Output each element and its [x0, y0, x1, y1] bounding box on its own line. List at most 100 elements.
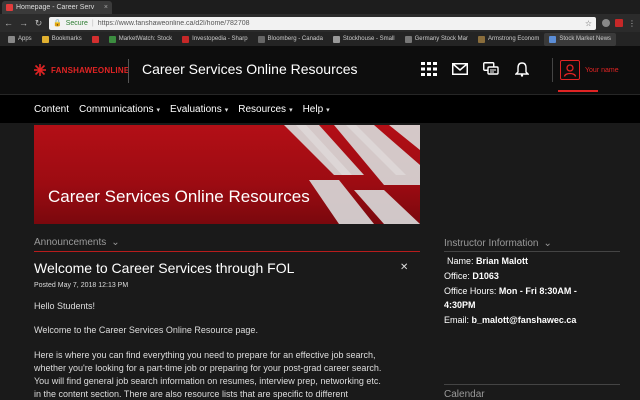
announcements-heading: Announcements — [34, 237, 107, 248]
bookmark-item[interactable]: Stockhouse - Small — [328, 33, 400, 46]
chevron-down-icon[interactable]: ⌄ — [543, 238, 551, 249]
nav-item-label: Evaluations — [170, 104, 222, 115]
forward-arrow-icon[interactable]: → — [19, 18, 28, 28]
extension-red-icon[interactable] — [615, 18, 623, 27]
reload-icon[interactable]: ↻ — [34, 18, 43, 29]
bookmark-favicon-icon — [91, 35, 99, 43]
instructor-office-row: Office: D1063 — [444, 271, 499, 281]
menu-kebab-icon[interactable]: ⋮ — [628, 19, 636, 28]
instructor-name-label: Name: — [447, 256, 474, 266]
header-divider — [128, 59, 129, 83]
extension-icon[interactable] — [602, 18, 610, 27]
address-bar[interactable]: 🔒 Secure | https://www.fanshaweonline.ca… — [49, 16, 596, 30]
bookmarks-bar: Apps Bookmarks MarketWatch: Stock Investope… — [0, 32, 640, 46]
bookmark-favicon-icon — [8, 35, 15, 43]
announcement-body-line: in the content section. There are also r… — [34, 389, 348, 399]
fanshawe-logo[interactable]: FANSHAWEONLINE — [33, 63, 129, 77]
nav-item-resources[interactable]: Resources ▾ — [238, 104, 292, 115]
bookmark-label: MarketWatch: Stock — [118, 36, 173, 42]
announcement-body: Here is where you can find everything yo… — [34, 349, 424, 400]
bookmark-item[interactable] — [87, 33, 104, 46]
instructor-hours-label: Office Hours: — [444, 286, 497, 296]
nav-item-communications[interactable]: Communications ▾ — [79, 104, 160, 115]
banner-emblem-graphic — [284, 125, 420, 224]
instructor-widget-header[interactable]: Instructor Information ⌄ — [444, 238, 552, 249]
fanshawe-logo-icon — [34, 64, 46, 76]
page-root: Homepage - Career Serv × ← → ↻ 🔒 Secure … — [0, 0, 640, 400]
homepage-content: Announcements ⌄ Welcome to Career Servic… — [0, 224, 640, 400]
user-avatar-icon — [560, 60, 580, 80]
browser-toolbar: ← → ↻ 🔒 Secure | https://www.fanshaweonl… — [0, 14, 640, 32]
tab-title: Homepage - Career Serv — [16, 4, 95, 11]
bookmark-label: Investopedia - Sharp — [192, 36, 248, 42]
course-banner: Career Services Online Resources — [34, 125, 420, 224]
chevron-down-icon: ▾ — [224, 106, 229, 114]
bookmark-item[interactable]: Investopedia - Sharp — [177, 33, 252, 46]
dismiss-close-icon[interactable]: ✕ — [400, 262, 408, 273]
announcement-body-line: Here is where you can find everything yo… — [34, 350, 376, 360]
nav-item-evaluations[interactable]: Evaluations ▾ — [170, 104, 228, 115]
announcement-body-line: whether you're looking for a part-time j… — [34, 363, 382, 373]
instructor-email-value[interactable]: b_malott@fanshawec.ca — [472, 315, 577, 325]
nav-item-label: Help — [302, 104, 324, 115]
bookmark-favicon-icon — [182, 35, 190, 43]
browser-tab[interactable]: Homepage - Career Serv × — [2, 1, 112, 14]
chat-bubbles-icon[interactable] — [482, 60, 500, 78]
bell-notification-icon[interactable] — [513, 60, 531, 78]
announcements-widget-header[interactable]: Announcements ⌄ — [34, 237, 120, 248]
bookmark-item[interactable]: Germany Stock Mar — [400, 33, 473, 46]
extension-area: ⋮ — [602, 18, 636, 28]
instructor-hours-value-2: 4:30PM — [444, 300, 476, 310]
announcement-body-line: You will find general job search informa… — [34, 376, 381, 386]
bookmark-favicon-icon — [549, 35, 557, 43]
chevron-down-icon[interactable]: ⌄ — [111, 237, 119, 248]
mail-envelope-icon[interactable] — [451, 60, 469, 78]
instructor-email-label: Email: — [444, 315, 470, 325]
bookmark-label: Germany Stock Mar — [414, 36, 468, 42]
nav-item-label: Content — [34, 104, 70, 115]
bookmark-item[interactable]: Bloomberg - Canada — [253, 33, 328, 46]
back-arrow-icon[interactable]: ← — [4, 18, 13, 28]
browser-tab-strip: Homepage - Career Serv × — [0, 0, 640, 14]
nav-item-label: Communications — [79, 104, 154, 115]
bookmark-label: Armstrong Econom — [487, 36, 540, 42]
bookmark-item[interactable]: Apps — [3, 33, 37, 46]
instructor-email-row: Email: b_malott@fanshawec.ca — [444, 315, 576, 325]
lock-icon: 🔒 — [53, 20, 62, 27]
tab-close-icon[interactable]: × — [104, 4, 108, 11]
nav-item-help[interactable]: Help ▾ — [303, 104, 330, 115]
calendar-widget-header[interactable]: Calendar — [444, 389, 485, 400]
instructor-name-row: Name: Brian Malott — [447, 256, 528, 266]
bookmark-label: Bookmarks — [51, 36, 82, 42]
instructor-name-value: Brian Malott — [476, 256, 529, 266]
announcement-title[interactable]: Welcome to Career Services through FOL — [34, 260, 294, 276]
bookmark-favicon-icon — [404, 35, 412, 43]
user-name: Your name — [585, 66, 619, 74]
instructor-hours-value: Mon - Fri 8:30AM - — [498, 286, 577, 296]
bookmark-item[interactable]: Armstrong Econom — [473, 33, 544, 46]
course-selector-grid-icon[interactable] — [420, 60, 438, 78]
announcement-intro: Welcome to the Career Services Online Re… — [34, 325, 258, 335]
bookmark-item[interactable]: Bookmarks — [37, 33, 87, 46]
bookmark-label: Bloomberg - Canada — [267, 36, 323, 42]
instructor-hours-row-2: 4:30PM — [444, 300, 476, 310]
announcement-posted-date: Posted May 7, 2018 12:13 PM — [34, 282, 129, 289]
banner-title: Career Services Online Resources — [48, 187, 310, 206]
instructor-office-label: Office: — [444, 271, 470, 281]
bookmark-favicon-icon — [332, 35, 340, 43]
banner-side-blank — [420, 125, 640, 224]
nav-item-content[interactable]: Content — [34, 104, 69, 115]
bookmark-item[interactable]: Stock Market News — [544, 32, 617, 46]
bookmark-favicon-icon — [257, 35, 265, 43]
bookmark-star-icon[interactable]: ☆ — [585, 19, 592, 28]
course-navbar: Content Communications ▾ Evaluations ▾ Resour… — [0, 94, 640, 123]
course-title: Career Services Online Resources — [142, 61, 358, 77]
url-text[interactable]: https://www.fanshaweonline.ca/d2l/home/7… — [98, 20, 581, 27]
bookmark-favicon-icon — [41, 35, 49, 43]
header-icon-group — [420, 60, 531, 78]
header-divider-right — [552, 58, 553, 82]
bookmark-item[interactable]: MarketWatch: Stock — [104, 33, 177, 46]
user-profile-menu[interactable]: Your name — [560, 60, 619, 80]
logo-text: FANSHAWEONLINE — [51, 65, 130, 75]
announcements-divider — [34, 251, 420, 252]
